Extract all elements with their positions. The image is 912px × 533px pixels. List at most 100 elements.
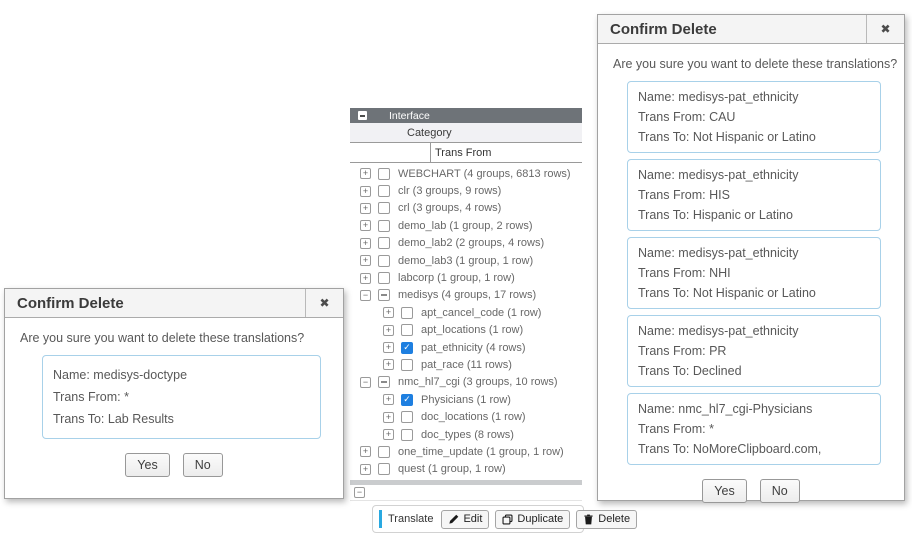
tree-row: + ✓ pat_ethnicity (4 rows) <box>350 339 582 356</box>
tree-row-label: apt_locations (1 row) <box>421 324 523 336</box>
translation-item: Name: medisys-pat_ethnicity Trans From: … <box>627 315 881 387</box>
tab-translate[interactable]: Translate <box>388 513 433 525</box>
translation-to: Trans To: Not Hispanic or Latino <box>638 283 870 303</box>
row-checkbox[interactable] <box>378 202 390 214</box>
screen: Interface Category Trans From + WEBCHART… <box>0 0 912 523</box>
expander-icon[interactable]: + <box>383 394 394 405</box>
translation-items: Name: medisys-pat_ethnicity Trans From: … <box>598 81 904 465</box>
translation-name: Name: nmc_hl7_cgi-Physicians <box>638 399 870 419</box>
expander-icon[interactable]: + <box>360 186 371 197</box>
duplicate-button[interactable]: Duplicate <box>495 510 570 529</box>
close-icon[interactable]: ✖ <box>866 15 904 43</box>
expander-icon[interactable]: + <box>360 255 371 266</box>
tree-row: − nmc_hl7_cgi (3 groups, 10 rows) <box>350 374 582 391</box>
edit-button[interactable]: Edit <box>441 510 489 529</box>
translation-to: Trans To: NoMoreClipboard.com, <box>638 439 870 459</box>
confirm-delete-dialog-left: Confirm Delete ✖ Are you sure you want t… <box>4 288 344 499</box>
expander-icon[interactable]: + <box>383 342 394 353</box>
expander-icon[interactable]: − <box>360 290 371 301</box>
yes-button[interactable]: Yes <box>125 453 169 477</box>
expander-icon[interactable]: + <box>383 412 394 423</box>
expander-icon[interactable]: + <box>360 168 371 179</box>
close-icon[interactable]: ✖ <box>305 289 343 317</box>
expander-icon[interactable]: + <box>383 325 394 336</box>
tree-row-label: Physicians (1 row) <box>421 394 511 406</box>
expander-icon[interactable]: + <box>360 203 371 214</box>
row-checkbox[interactable] <box>378 272 390 284</box>
no-button[interactable]: No <box>760 479 800 503</box>
row-checkbox[interactable] <box>378 376 390 388</box>
collapse-all-icon[interactable]: − <box>354 487 365 498</box>
tree-rows: + WEBCHART (4 groups, 6813 rows) + clr (… <box>350 163 582 478</box>
tree-row-label: clr (3 groups, 9 rows) <box>398 185 501 197</box>
interface-header-label: Interface <box>389 110 430 122</box>
tree-row: + WEBCHART (4 groups, 6813 rows) <box>350 165 582 182</box>
category-header-row: Category <box>350 123 582 143</box>
trans-from-header-row: Trans From <box>350 143 582 163</box>
row-checkbox[interactable] <box>401 429 413 441</box>
tree-row: + crl (3 groups, 4 rows) <box>350 200 582 217</box>
confirm-delete-dialog-right: Confirm Delete ✖ Are you sure you want t… <box>597 14 905 501</box>
translation-from: Trans From: CAU <box>638 107 870 127</box>
tree-row-label: apt_cancel_code (1 row) <box>421 307 541 319</box>
row-checkbox[interactable] <box>378 255 390 267</box>
row-checkbox[interactable] <box>401 307 413 319</box>
row-checkbox[interactable] <box>378 168 390 180</box>
expander-icon[interactable]: + <box>360 446 371 457</box>
translation-name: Name: medisys-pat_ethnicity <box>638 321 870 341</box>
row-checkbox[interactable] <box>401 359 413 371</box>
row-checkbox[interactable] <box>401 411 413 423</box>
tree-row: + one_time_update (1 group, 1 row) <box>350 443 582 460</box>
row-checkbox[interactable]: ✓ <box>401 342 413 354</box>
edit-button-label: Edit <box>463 513 482 525</box>
confirm-message: Are you sure you want to delete these tr… <box>613 57 892 71</box>
tree-toolbar: Translate Edit Duplicate Delete <box>372 505 584 533</box>
translate-tab-accent <box>379 510 382 528</box>
row-checkbox[interactable] <box>378 289 390 301</box>
interface-tree-panel: Interface Category Trans From + WEBCHART… <box>350 108 582 533</box>
row-checkbox[interactable] <box>378 220 390 232</box>
tree-row-label: pat_ethnicity (4 rows) <box>421 342 526 354</box>
expander-icon[interactable]: + <box>383 429 394 440</box>
tree-row: + doc_types (8 rows) <box>350 426 582 443</box>
row-checkbox[interactable] <box>378 446 390 458</box>
delete-button[interactable]: Delete <box>576 510 637 529</box>
tree-row: + ✓ Physicians (1 row) <box>350 391 582 408</box>
row-checkbox[interactable] <box>378 463 390 475</box>
dialog-titlebar: Confirm Delete ✖ <box>598 15 904 44</box>
translation-items: Name: medisys-doctype Trans From: * Tran… <box>5 355 343 439</box>
row-checkbox[interactable]: ✓ <box>401 394 413 406</box>
tree-row-label: labcorp (1 group, 1 row) <box>398 272 515 284</box>
interface-header-bar: Interface <box>350 108 582 123</box>
expander-icon[interactable]: + <box>383 307 394 318</box>
expander-icon[interactable]: + <box>383 359 394 370</box>
tree-row: + labcorp (1 group, 1 row) <box>350 269 582 286</box>
translation-item: Name: nmc_hl7_cgi-Physicians Trans From:… <box>627 393 881 465</box>
yes-button[interactable]: Yes <box>702 479 746 503</box>
tree-row-label: one_time_update (1 group, 1 row) <box>398 446 564 458</box>
dialog-titlebar: Confirm Delete ✖ <box>5 289 343 318</box>
expander-icon[interactable]: + <box>360 273 371 284</box>
collapse-section-icon[interactable] <box>358 111 367 120</box>
dialog-title: Confirm Delete <box>598 15 866 43</box>
expander-icon[interactable]: + <box>360 464 371 475</box>
translation-item: Name: medisys-pat_ethnicity Trans From: … <box>627 237 881 309</box>
translation-item: Name: medisys-pat_ethnicity Trans From: … <box>627 81 881 153</box>
tree-row-label: quest (1 group, 1 row) <box>398 463 506 475</box>
no-button[interactable]: No <box>183 453 223 477</box>
dialog-buttons: Yes No <box>5 453 343 477</box>
tree-row: + demo_lab2 (2 groups, 4 rows) <box>350 235 582 252</box>
row-checkbox[interactable] <box>401 324 413 336</box>
translation-name: Name: medisys-pat_ethnicity <box>638 165 870 185</box>
row-checkbox[interactable] <box>378 185 390 197</box>
tree-row: + quest (1 group, 1 row) <box>350 461 582 478</box>
expander-icon[interactable]: + <box>360 220 371 231</box>
tree-row: + demo_lab (1 group, 2 rows) <box>350 217 582 234</box>
delete-button-label: Delete <box>598 513 630 525</box>
expander-icon[interactable]: + <box>360 238 371 249</box>
tree-row: + doc_locations (1 row) <box>350 408 582 425</box>
row-checkbox[interactable] <box>378 237 390 249</box>
translation-from: Trans From: HIS <box>638 185 870 205</box>
expander-icon[interactable]: − <box>360 377 371 388</box>
tree-row: + apt_locations (1 row) <box>350 322 582 339</box>
